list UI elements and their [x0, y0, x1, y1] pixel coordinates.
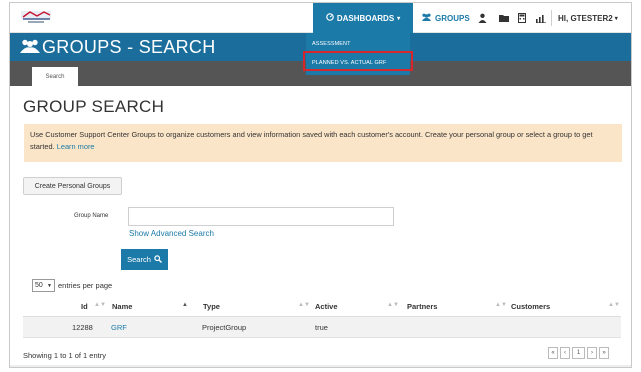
calculator-icon[interactable] — [516, 12, 528, 24]
search-button-label: Search — [127, 255, 151, 264]
info-banner: Use Customer Support Center Groups to or… — [24, 124, 622, 162]
column-header-name[interactable]: Name — [112, 302, 132, 311]
cell-name: GRF — [111, 323, 127, 332]
brand-logo[interactable] — [20, 9, 52, 27]
entries-per-page-select[interactable]: 50 ▼ — [32, 279, 55, 292]
cell-id: 12288 — [72, 323, 93, 332]
sort-icon[interactable]: ▲▼ — [495, 302, 507, 308]
table-row[interactable]: 12288 GRF ProjectGroup true — [23, 317, 621, 338]
column-header-customers[interactable]: Customers — [511, 302, 550, 311]
pager-first-button[interactable]: « — [548, 347, 558, 359]
groups-icon — [20, 37, 40, 58]
nav-groups[interactable]: GROUPS — [421, 3, 470, 33]
tab-search[interactable]: Search — [32, 67, 78, 86]
column-header-type[interactable]: Type — [203, 302, 220, 311]
column-header-active[interactable]: Active — [315, 302, 338, 311]
sort-icon[interactable]: ▲▼ — [608, 302, 620, 308]
cell-type: ProjectGroup — [202, 323, 247, 332]
highlight-box — [303, 51, 413, 71]
group-name-label: Group Name — [74, 213, 109, 219]
page-title: GROUPS - SEARCH — [20, 37, 216, 58]
groups-icon — [421, 13, 432, 23]
pager-page-1[interactable]: 1 — [572, 347, 585, 359]
dropdown-item-assessment[interactable]: ASSESSMENT — [312, 41, 351, 47]
nav-dashboards[interactable]: DASHBOARDS ▾ — [313, 3, 413, 33]
column-header-id[interactable]: Id — [81, 302, 88, 311]
app-window: DASHBOARDS ▾ GROUPS HI, GTESTER2 ▾ GROUP… — [9, 2, 632, 368]
page-title-text: GROUPS - SEARCH — [42, 37, 216, 57]
sort-icon[interactable]: ▲▼ — [298, 302, 310, 308]
nav-groups-label: GROUPS — [435, 13, 470, 23]
chevron-down-icon: ▼ — [47, 282, 52, 289]
caret-down-icon: ▾ — [614, 15, 618, 22]
bar-chart-icon[interactable] — [535, 12, 547, 24]
group-name-link[interactable]: GRF — [111, 323, 127, 332]
sort-icon[interactable]: ▲▼ — [387, 302, 399, 308]
entries-per-page-label: entries per page — [58, 281, 113, 290]
user-menu[interactable]: HI, GTESTER2 ▾ — [558, 3, 618, 33]
pager-prev-button[interactable]: ‹ — [560, 347, 570, 359]
folder-icon[interactable] — [498, 12, 510, 24]
search-button[interactable]: Search — [121, 249, 168, 270]
group-name-input[interactable] — [128, 207, 394, 226]
dashboard-icon — [326, 13, 334, 23]
pager-last-button[interactable]: » — [599, 347, 609, 359]
entries-per-page: 50 ▼ entries per page — [32, 279, 112, 292]
section-heading: GROUP SEARCH — [23, 97, 165, 116]
search-icon — [154, 254, 162, 265]
table-header: Id ▲▼ Name ▲ Type ▲▼ Active ▲▼ Partners … — [23, 296, 621, 317]
table-info: Showing 1 to 1 of 1 entry — [23, 351, 106, 360]
user-menu-label: HI, GTESTER2 — [558, 13, 613, 23]
pager-next-button[interactable]: › — [587, 347, 597, 359]
entries-per-page-value: 50 — [35, 282, 43, 289]
nav-divider — [551, 10, 552, 26]
create-personal-groups-button[interactable]: Create Personal Groups — [23, 177, 122, 195]
sort-icon[interactable]: ▲▼ — [94, 302, 106, 308]
footer-strip — [10, 365, 631, 367]
caret-down-icon: ▾ — [397, 15, 401, 22]
column-header-partners[interactable]: Partners — [407, 302, 437, 311]
top-nav: DASHBOARDS ▾ GROUPS HI, GTESTER2 ▾ — [10, 3, 631, 33]
user-icon[interactable] — [476, 12, 488, 24]
info-text: Use Customer Support Center Groups to or… — [30, 130, 593, 151]
pagination: « ‹ 1 › » — [548, 347, 609, 359]
groups-table: Id ▲▼ Name ▲ Type ▲▼ Active ▲▼ Partners … — [23, 296, 621, 338]
nav-dashboards-label: DASHBOARDS — [336, 13, 395, 23]
show-advanced-search-link[interactable]: Show Advanced Search — [129, 229, 214, 238]
sort-asc-icon[interactable]: ▲ — [182, 302, 188, 308]
cell-active: true — [315, 323, 328, 332]
learn-more-link[interactable]: Learn more — [57, 142, 95, 151]
